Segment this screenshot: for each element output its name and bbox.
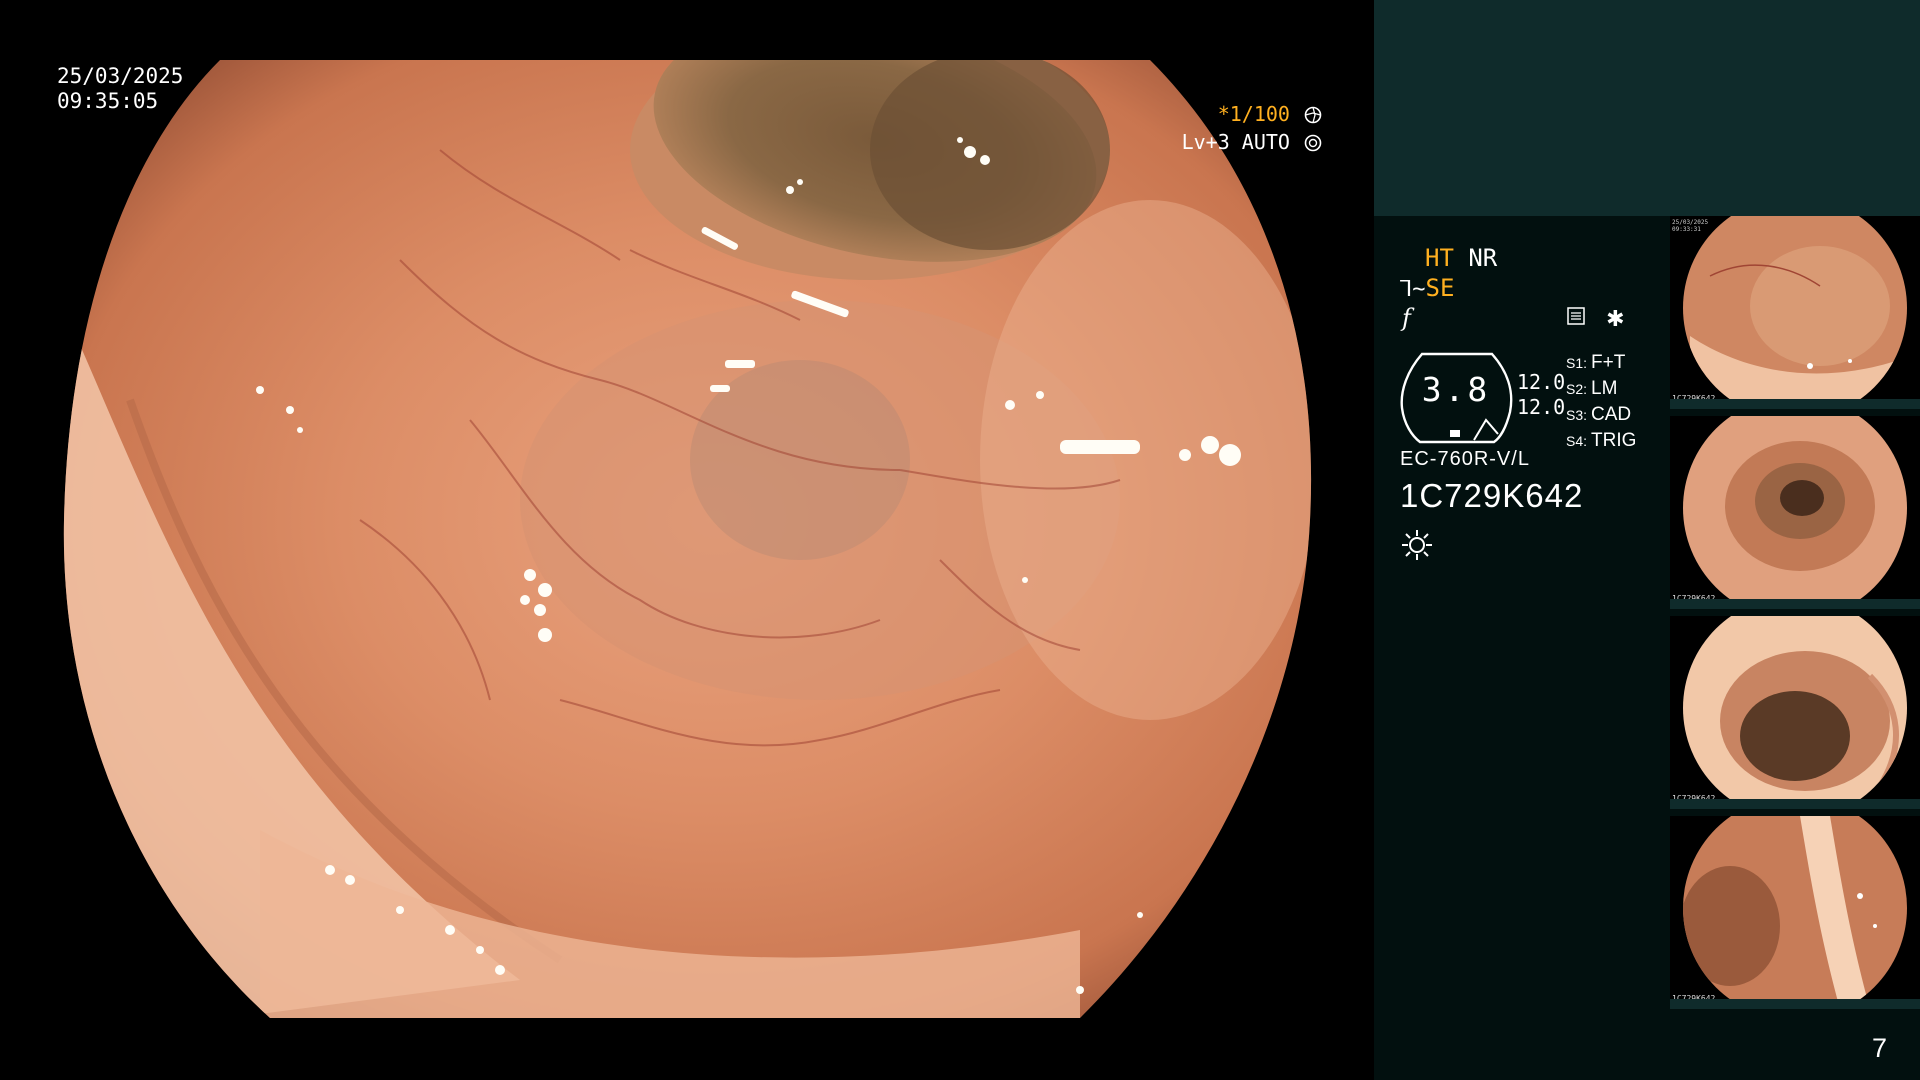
side-panel-header [1374,0,1920,216]
switch-slot: S1: F+T [1566,352,1626,373]
thumbnail[interactable]: 1C729K642 [1670,816,1920,1009]
ht-indicator: HT [1425,244,1454,272]
shutter-speed: *1/100 [1217,102,1290,126]
thumbnail[interactable]: 1C729K642 [1670,416,1920,609]
thumbnail[interactable]: 25/03/202509:33:31 1C729K642 [1670,216,1920,409]
gauge-value: 3.8 [1421,370,1491,409]
switch-slot: S4: TRIG [1566,430,1637,451]
nr-indicator: NR [1468,244,1498,272]
time-text: 09:35:05 [57,89,159,113]
light-level: Lv+3 AUTO [1181,130,1290,154]
scope-serial: 1C729K642 [1400,477,1584,514]
page-number: 7 [1871,1033,1887,1063]
gauge-value-top: 12.0 [1517,370,1566,394]
asterisk-icon: ✱ [1606,306,1625,331]
gauge-side-values: 12.0 12.0 [1517,370,1565,420]
iris-icon [1304,134,1322,152]
gauge-value-bottom: 12.0 [1517,395,1566,419]
endoscopic-image [63,60,1312,1018]
date-time-readout: 25/03/2025 09:35:05 [57,64,183,114]
memo-icons: ✱ [1566,306,1639,332]
switch-assignments: S1: F+T S2: LM S3: CAD S4: TRIG [1566,350,1636,454]
f-number-icon: f [1402,304,1411,332]
lamp-icon [1402,530,1432,560]
se-row: ⅂~SE [1400,274,1454,302]
date-text: 25/03/2025 [57,64,184,88]
memo-icon [1566,306,1586,332]
thumbnail[interactable]: 1C729K642 [1670,616,1920,809]
se-indicator: SE [1425,274,1455,302]
endoscopy-screen: 25/03/2025 09:35:05 *1/100 Lv+3 AUTO HT … [0,0,1920,1080]
shutter-icon [1304,106,1322,124]
scissors-se-icon: ⅂~ [1400,277,1426,302]
ht-nr-row: HT NR [1425,244,1497,272]
switch-slot: S3: CAD [1566,404,1632,425]
exposure-readout: *1/100 Lv+3 AUTO [1182,100,1322,156]
switch-slot: S2: LM [1566,378,1618,399]
endoscope-live-view: 25/03/2025 09:35:05 *1/100 Lv+3 AUTO [0,0,1374,1080]
gauge: 3.8 [1400,350,1520,445]
scope-model: EC-760R-V/L [1400,448,1530,470]
